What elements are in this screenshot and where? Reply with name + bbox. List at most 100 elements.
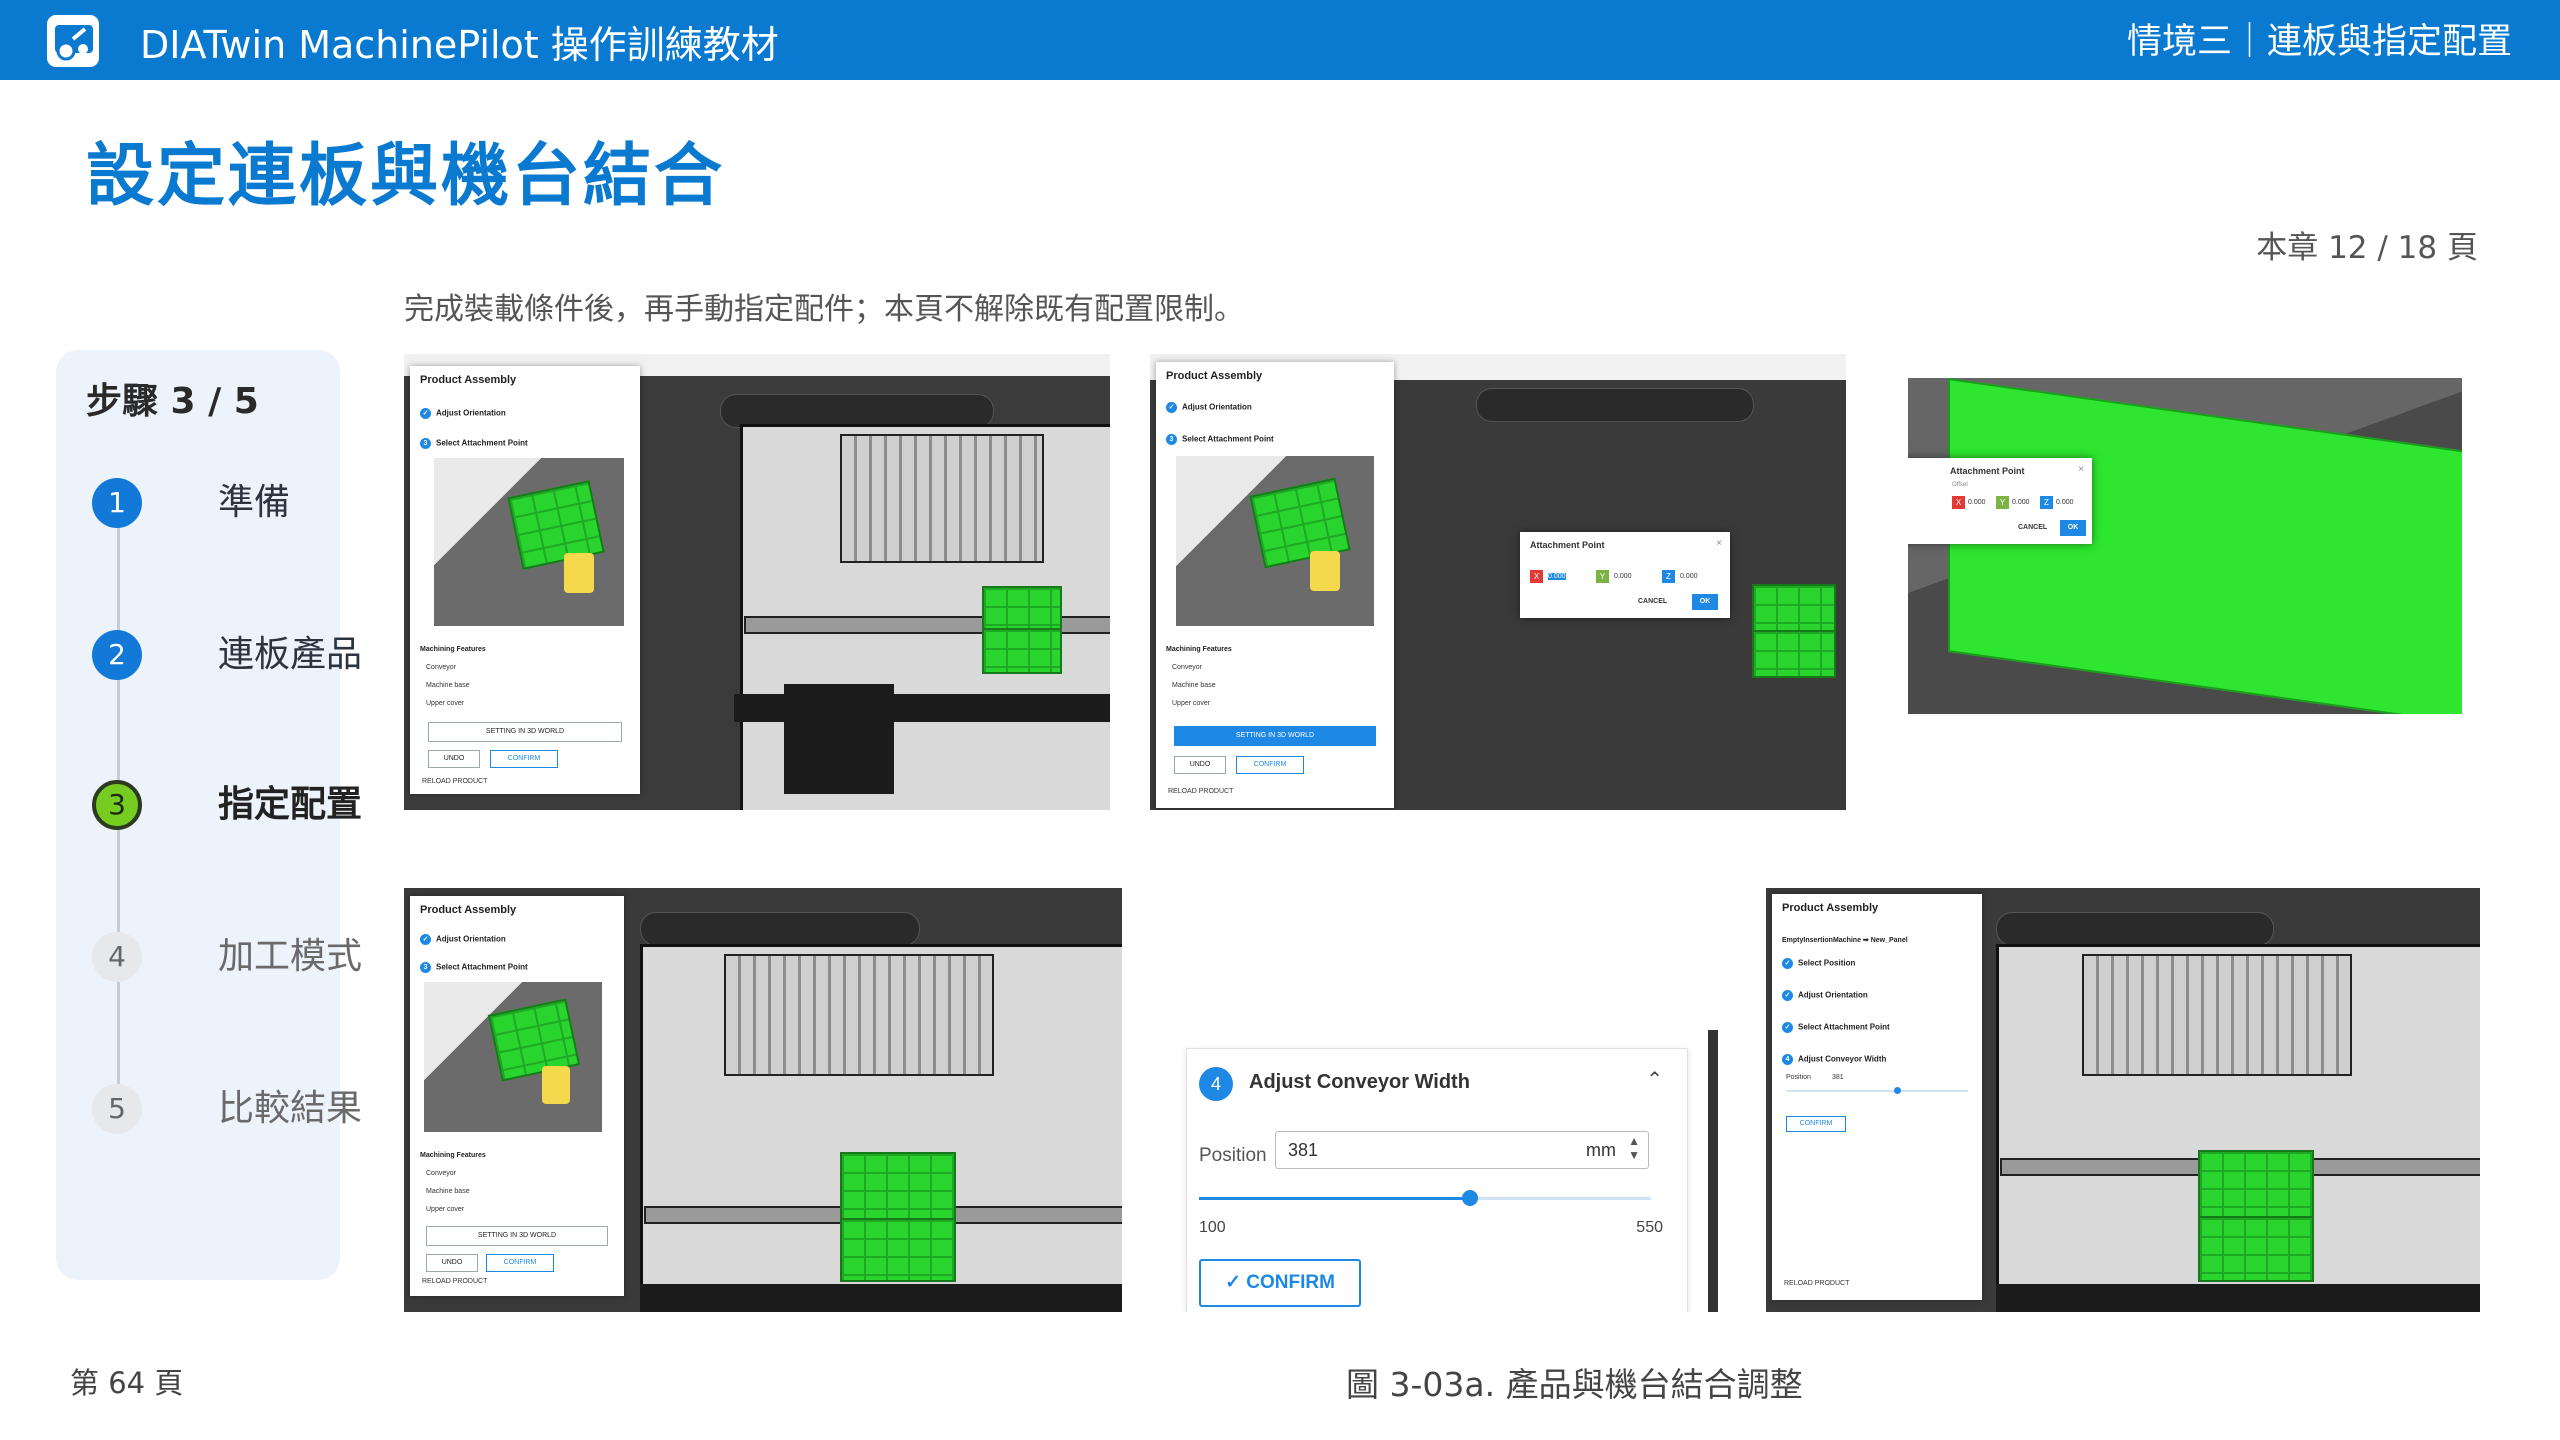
reload-product-button[interactable]: RELOAD PRODUCT xyxy=(1168,788,1233,795)
slider-thumb[interactable] xyxy=(1462,1190,1479,1206)
feature-upper-cover: Upper cover xyxy=(426,700,465,707)
x-value-field[interactable]: 0.000 xyxy=(1548,573,1566,580)
select-attachment-row[interactable]: 3 Select Attachment Point xyxy=(420,962,528,973)
check-icon: ✓ xyxy=(1225,1272,1247,1293)
z-value-field[interactable]: 0.000 xyxy=(2056,499,2074,506)
pcb-panel-bottom xyxy=(2198,1216,2314,1282)
y-axis-badge: Y xyxy=(1596,570,1609,583)
figure-caption: 圖 3-03a. 產品與機台結合調整 xyxy=(1346,1365,1803,1404)
confirm-button[interactable]: CONFIRM xyxy=(1236,756,1304,774)
position-value: 381 xyxy=(1288,1140,1319,1160)
reload-product-button[interactable]: RELOAD PRODUCT xyxy=(422,1278,487,1285)
product-thumbnail xyxy=(1176,456,1374,626)
check-icon: ✓ xyxy=(1782,1022,1793,1033)
screenshot-assembly-3: Product Assembly ✓ Adjust Orientation 3 Se… xyxy=(404,888,1122,1312)
cancel-button[interactable]: CANCEL xyxy=(2018,524,2047,531)
feature-machine-base: Machine base xyxy=(1172,682,1216,689)
scenario-label: 情境三｜連板與指定配置 xyxy=(2126,22,2512,62)
select-attachment-row[interactable]: 3 Select Attachment Point xyxy=(1166,434,1274,445)
screenshot-assembly-2: Product Assembly ✓ Adjust Orientation 3 Se… xyxy=(1150,354,1846,810)
collapse-chevron-icon[interactable]: ⌃ xyxy=(1646,1067,1663,1092)
select-position-row[interactable]: ✓ Select Position xyxy=(1782,958,1855,969)
slider-track[interactable] xyxy=(1199,1190,1651,1206)
confirm-button[interactable]: ✓ CONFIRM xyxy=(1199,1259,1361,1307)
attachment-point-dialog: Attachment Point × Offset X 0.000 Y 0.00… xyxy=(1908,458,2092,544)
z-value-field[interactable]: 0.000 xyxy=(1680,573,1698,580)
panel-title: Product Assembly xyxy=(1166,370,1263,382)
feature-conveyor: Conveyor xyxy=(426,664,456,671)
stepper-icon[interactable]: ▲ ▼ xyxy=(1628,1134,1640,1162)
screenshot-assembly-1: Product Assembly ✓ Adjust Orientation 3 Se… xyxy=(404,354,1110,810)
machine-slots xyxy=(724,954,994,1076)
pcb-panel-top xyxy=(1752,584,1836,632)
check-icon: ✓ xyxy=(1166,402,1177,413)
step-dot-icon: 3 xyxy=(420,962,431,973)
setting-3d-button[interactable]: SETTING IN 3D WORLD xyxy=(1174,726,1376,746)
dialog-title: Attachment Point xyxy=(1950,466,2025,476)
playback-toolbar[interactable] xyxy=(640,912,920,946)
x-axis-badge: X xyxy=(1530,570,1543,583)
chapter-progress: 本章 12 / 18 頁 xyxy=(2256,230,2478,266)
slider-thumb[interactable] xyxy=(1894,1087,1901,1094)
ok-button[interactable]: OK xyxy=(1692,594,1718,610)
slider-track[interactable] xyxy=(1786,1087,1968,1094)
product-assembly-panel: Product Assembly EmptyInsertionMachine ➡… xyxy=(1772,894,1982,1300)
confirm-button[interactable]: CONFIRM xyxy=(1786,1116,1846,1132)
step-2[interactable]: 2 連板產品 xyxy=(92,620,362,690)
check-icon: ✓ xyxy=(420,408,431,419)
machining-features-heading: Machining Features xyxy=(420,646,486,653)
product-assembly-panel: Product Assembly ✓ Adjust Orientation 3 Se… xyxy=(410,896,624,1296)
playback-toolbar[interactable] xyxy=(1476,388,1754,422)
select-attachment-row[interactable]: 3 Select Attachment Point xyxy=(420,438,528,449)
undo-button[interactable]: UNDO xyxy=(426,1254,478,1272)
x-axis-badge: X xyxy=(1952,496,1965,509)
undo-button[interactable]: UNDO xyxy=(1174,756,1226,774)
reload-product-button[interactable]: RELOAD PRODUCT xyxy=(1784,1280,1849,1287)
screenshot-conveyor-width: 4 Adjust Conveyor Width ⌃ Position 381 m… xyxy=(1150,1030,1724,1312)
y-value-field[interactable]: 0.000 xyxy=(2012,499,2030,506)
pcb-panel-bottom xyxy=(1752,630,1836,678)
cancel-button[interactable]: CANCEL xyxy=(1638,598,1667,605)
pcb-panel-top xyxy=(2198,1150,2314,1218)
adjust-orientation-row[interactable]: ✓ Adjust Orientation xyxy=(420,408,506,419)
close-icon[interactable]: × xyxy=(1716,538,1722,549)
playback-toolbar[interactable] xyxy=(1996,912,2274,946)
feature-machine-base: Machine base xyxy=(426,682,470,689)
step-5[interactable]: 5 比較結果 xyxy=(92,1074,362,1144)
adjust-orientation-row[interactable]: ✓ Adjust Orientation xyxy=(1166,402,1252,413)
adjust-orientation-row[interactable]: ✓ Adjust Orientation xyxy=(420,934,506,945)
adjust-conveyor-row[interactable]: 4 Adjust Conveyor Width xyxy=(1782,1054,1886,1065)
step-3[interactable]: 3 指定配置 xyxy=(92,770,362,840)
ok-button[interactable]: OK xyxy=(2060,520,2086,536)
position-input[interactable]: 381 mm ▲ ▼ xyxy=(1275,1131,1649,1169)
step-number: 3 xyxy=(92,780,142,830)
setting-3d-button[interactable]: SETTING IN 3D WORLD xyxy=(428,722,622,742)
step-4[interactable]: 4 加工模式 xyxy=(92,922,362,992)
confirm-button[interactable]: CONFIRM xyxy=(490,750,558,768)
panel-title: Product Assembly xyxy=(420,904,517,916)
confirm-button[interactable]: CONFIRM xyxy=(486,1254,554,1272)
y-value-field[interactable]: 0.000 xyxy=(1614,573,1632,580)
undo-button[interactable]: UNDO xyxy=(428,750,480,768)
offset-label: Offset xyxy=(1952,482,1968,488)
check-icon: ✓ xyxy=(1782,990,1793,1001)
check-icon: ✓ xyxy=(420,934,431,945)
reload-product-button[interactable]: RELOAD PRODUCT xyxy=(422,778,487,785)
pcb-panel-top xyxy=(840,1152,956,1220)
step-1[interactable]: 1 準備 xyxy=(92,468,332,538)
x-value-field[interactable]: 0.000 xyxy=(1968,499,1986,506)
select-attachment-row[interactable]: ✓ Select Attachment Point xyxy=(1782,1022,1890,1033)
step-number: 5 xyxy=(92,1084,142,1134)
step-dot-icon: 4 xyxy=(1782,1054,1793,1065)
step-number: 1 xyxy=(92,478,142,528)
machine-slots xyxy=(840,434,1044,563)
close-icon[interactable]: × xyxy=(2078,464,2084,475)
machine-base xyxy=(640,1284,1122,1312)
pcb-panel-bottom xyxy=(840,1218,956,1282)
adjust-orientation-row[interactable]: ✓ Adjust Orientation xyxy=(1782,990,1868,1001)
pcb-panel-bottom xyxy=(982,628,1062,674)
product-assembly-panel: Product Assembly ✓ Adjust Orientation 3 Se… xyxy=(410,366,640,794)
setting-3d-button[interactable]: SETTING IN 3D WORLD xyxy=(426,1226,608,1246)
top-bar: DIATwin MachinePilot 操作訓練教材 情境三｜連板與指定配置 xyxy=(0,0,2560,80)
playback-toolbar[interactable] xyxy=(720,394,994,428)
